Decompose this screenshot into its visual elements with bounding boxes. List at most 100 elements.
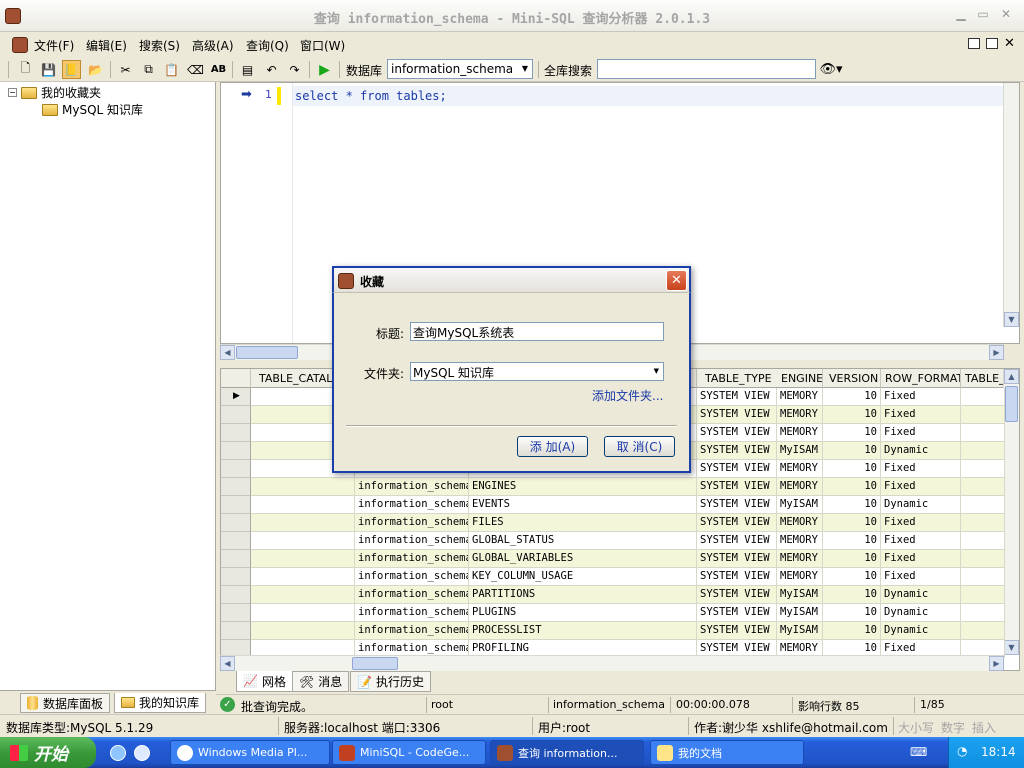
scroll-down-icon[interactable]: ▼ [1004, 312, 1019, 327]
folder-select[interactable]: MySQL 知识库 ▼ [410, 362, 664, 381]
grid-cell[interactable]: MEMORY [777, 532, 823, 550]
grid-cell[interactable] [961, 550, 1005, 568]
grid-cell[interactable] [251, 532, 355, 550]
grid-cell[interactable] [251, 550, 355, 568]
add-button[interactable]: 添 加(A) [517, 436, 588, 457]
close-button[interactable]: ✕ [997, 7, 1015, 23]
grid-cell[interactable] [961, 568, 1005, 586]
grid-cell[interactable]: Dynamic [881, 622, 961, 640]
fullsearch-input[interactable] [597, 59, 816, 79]
grid-cell[interactable]: KEY_COLUMN_USAGE [469, 568, 697, 586]
grid-cell[interactable]: Fixed [881, 424, 961, 442]
row-header[interactable] [221, 406, 251, 424]
show-desktop-icon[interactable] [134, 745, 150, 761]
scroll-right-icon[interactable]: ▶ [989, 345, 1004, 360]
grid-cell[interactable]: SYSTEM VIEW [697, 514, 777, 532]
grid-cell[interactable]: SYSTEM VIEW [697, 496, 777, 514]
grid-vertical-scrollbar[interactable]: ▲ ▼ [1003, 369, 1019, 655]
scroll-thumb[interactable] [352, 657, 398, 670]
grid-cell[interactable]: Fixed [881, 388, 961, 406]
row-header[interactable] [221, 478, 251, 496]
row-header[interactable] [221, 496, 251, 514]
grid-cell[interactable]: information_schema [355, 568, 469, 586]
grid-cell[interactable]: MEMORY [777, 424, 823, 442]
grid-cell[interactable]: Fixed [881, 460, 961, 478]
open-folder-icon[interactable]: 📂 [86, 60, 105, 79]
grid-horizontal-scrollbar[interactable]: ◀ ▶ [220, 655, 1004, 671]
grid-cell[interactable]: SYSTEM VIEW [697, 424, 777, 442]
row-header[interactable] [221, 604, 251, 622]
grid-cell[interactable]: SYSTEM VIEW [697, 568, 777, 586]
grid-cell[interactable]: EVENTS [469, 496, 697, 514]
grid-cell[interactable]: SYSTEM VIEW [697, 532, 777, 550]
add-folder-link[interactable]: 添加文件夹... [592, 387, 663, 404]
grid-cell[interactable]: 10 [823, 496, 881, 514]
grid-cell[interactable]: information_schema [355, 586, 469, 604]
spellcheck-icon[interactable]: AB [209, 60, 228, 79]
grid-cell[interactable]: 10 [823, 514, 881, 532]
tree-item-mysql-kb[interactable]: MySQL 知识库 [42, 101, 143, 118]
cut-icon[interactable]: ✂ [116, 60, 135, 79]
grid-cell[interactable] [961, 478, 1005, 496]
scroll-left-icon[interactable]: ◀ [220, 345, 235, 360]
task-media-player[interactable]: Windows Media Pl... [170, 740, 330, 765]
grid-cell[interactable]: Dynamic [881, 442, 961, 460]
grid-cell[interactable]: MyISAM [777, 586, 823, 604]
tab-database-panel[interactable]: 数据库面板 [20, 693, 111, 713]
tab-knowledge-base[interactable]: 我的知识库 [114, 693, 207, 713]
scroll-up-icon[interactable]: ▲ [1004, 369, 1019, 384]
grid-cell[interactable] [961, 442, 1005, 460]
scroll-down-icon[interactable]: ▼ [1004, 640, 1019, 655]
eye-icon[interactable]: 👁▾ [817, 60, 845, 79]
grid-cell[interactable] [961, 496, 1005, 514]
grid-cell[interactable]: Fixed [881, 478, 961, 496]
grid-cell[interactable]: SYSTEM VIEW [697, 442, 777, 460]
row-header[interactable] [221, 532, 251, 550]
mdi-restore-icon[interactable] [968, 38, 980, 49]
menu-edit[interactable]: 编辑(E) [86, 37, 127, 54]
grid-cell[interactable]: MEMORY [777, 514, 823, 532]
column-header-version[interactable]: VERSION [823, 369, 881, 388]
scroll-right-icon[interactable]: ▶ [989, 656, 1004, 671]
tree-item-favorites[interactable]: − 我的收藏夹 [8, 84, 101, 101]
undo-icon[interactable]: ↶ [262, 60, 281, 79]
grid-cell[interactable]: Fixed [881, 532, 961, 550]
scroll-thumb[interactable] [236, 346, 298, 359]
grid-cell[interactable] [251, 586, 355, 604]
column-header-row-format[interactable]: ROW_FORMAT [881, 369, 961, 388]
start-button[interactable]: 开始 [0, 737, 96, 768]
grid-cell[interactable]: SYSTEM VIEW [697, 406, 777, 424]
row-header[interactable] [221, 424, 251, 442]
tab-messages[interactable]: 🛠 消息 [292, 671, 350, 692]
grid-cell[interactable]: information_schema [355, 514, 469, 532]
favorites-icon[interactable]: 📒 [62, 60, 81, 79]
grid-cell[interactable]: GLOBAL_VARIABLES [469, 550, 697, 568]
menu-file[interactable]: 文件(F) [34, 37, 74, 54]
menu-query[interactable]: 查询(Q) [246, 37, 289, 54]
grid-cell[interactable] [251, 622, 355, 640]
grid-cell[interactable] [251, 478, 355, 496]
grid-cell[interactable]: SYSTEM VIEW [697, 622, 777, 640]
grid-cell[interactable] [251, 568, 355, 586]
row-header[interactable]: ▶ [221, 388, 251, 406]
grid-cell[interactable]: MEMORY [777, 478, 823, 496]
database-select[interactable]: information_schema ▼ [387, 59, 533, 79]
tab-history[interactable]: 📝 执行历史 [350, 671, 431, 692]
grid-cell[interactable]: GLOBAL_STATUS [469, 532, 697, 550]
grid-cell[interactable]: Fixed [881, 514, 961, 532]
execute-icon[interactable]: ▶ [315, 60, 334, 79]
grid-cell[interactable]: Fixed [881, 550, 961, 568]
editor-vertical-scrollbar[interactable]: ▼ [1003, 83, 1019, 327]
column-header-table-more[interactable]: TABLE_ [961, 369, 1005, 388]
grid-cell[interactable]: Fixed [881, 406, 961, 424]
grid-cell[interactable]: MyISAM [777, 496, 823, 514]
grid-cell[interactable]: 10 [823, 604, 881, 622]
grid-cell[interactable]: SYSTEM VIEW [697, 460, 777, 478]
grid-cell[interactable] [961, 388, 1005, 406]
grid-cell[interactable]: MEMORY [777, 568, 823, 586]
task-minisql[interactable]: MiniSQL - CodeGe... [332, 740, 486, 765]
mdi-close-icon[interactable]: ✕ [1004, 36, 1015, 51]
scroll-left-icon[interactable]: ◀ [220, 656, 235, 671]
grid-cell[interactable]: MEMORY [777, 550, 823, 568]
collapse-icon[interactable]: − [8, 88, 17, 97]
